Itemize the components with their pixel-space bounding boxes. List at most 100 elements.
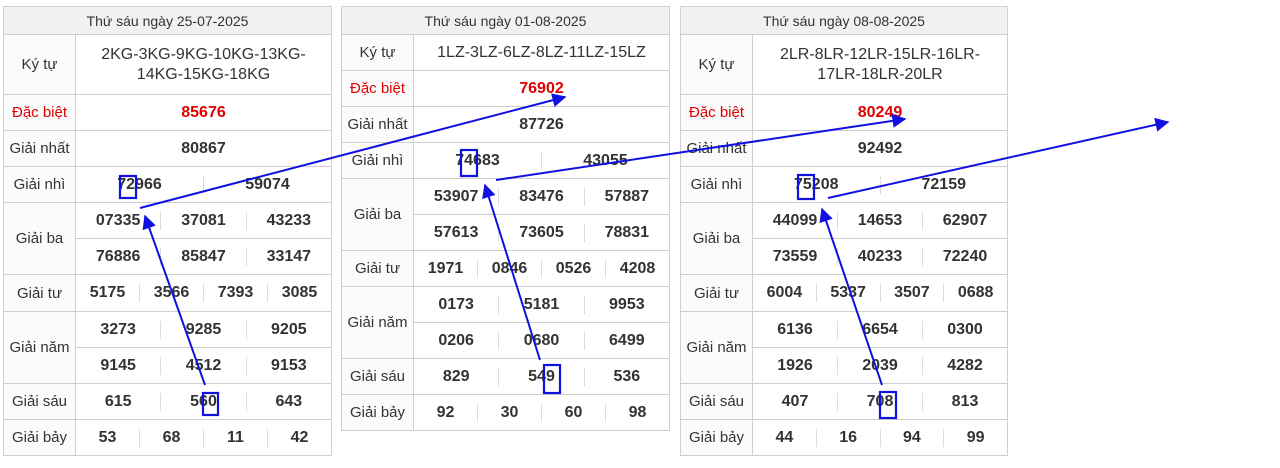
fourth-prize-value: 0688	[943, 284, 1007, 302]
label-seventh-prize: Giải bảy	[680, 419, 753, 456]
seventh-prize-value: 11	[203, 428, 267, 447]
fourth-prize-row: 1971 0846 0526 4208	[413, 250, 670, 287]
fifth-prize-row: 9145 4512 9153	[75, 347, 332, 384]
sixth-prize-value: 615	[104, 392, 132, 410]
second-prize-value: 59074	[203, 175, 331, 194]
third-prize-value: 83476	[498, 187, 583, 206]
fifth-prize-value: 9285	[160, 320, 245, 339]
seventh-prize-value: 30	[477, 403, 541, 422]
fifth-prize-row: 0206 0680 6499	[413, 322, 670, 359]
label-fourth-prize: Giải tư	[341, 250, 414, 287]
fourth-prize-value: 0846	[477, 259, 541, 278]
first-prize-value: 87726	[413, 106, 670, 143]
label-seventh-prize: Giải bảy	[3, 419, 76, 456]
fourth-prize-value: 1971	[427, 259, 464, 277]
third-prize-value: 78831	[583, 223, 669, 242]
second-prize-value: 43055	[541, 151, 669, 170]
label-special-prize: Đặc biệt	[341, 70, 414, 107]
label-kytu: Ký tự	[680, 34, 753, 95]
second-prize-cell: 74683 43055	[413, 142, 670, 179]
fifth-prize-value: 9953	[583, 295, 669, 314]
fifth-prize-value: 1926	[777, 356, 813, 374]
label-first-prize: Giải nhất	[3, 130, 76, 167]
fifth-prize-value: 9153	[245, 356, 331, 375]
fourth-prize-value: 0526	[541, 259, 605, 278]
second-prize-cell: 75208 72159	[752, 166, 1008, 203]
third-prize-value: 07335	[95, 211, 141, 229]
fifth-prize-value: 0680	[498, 331, 583, 350]
ticket-codes: 2KG-3KG-9KG-10KG-13KG-14KG-15KG-18KG	[75, 34, 332, 95]
draw-date-title: Thứ sáu ngày 01-08-2025	[341, 6, 670, 35]
seventh-prize-value: 16	[815, 428, 880, 447]
seventh-prize-value: 42	[267, 428, 331, 447]
ticket-codes: 2LR-8LR-12LR-15LR-16LR-17LR-18LR-20LR	[752, 34, 1008, 95]
sixth-prize-value: 549	[498, 367, 583, 386]
third-prize-value: 62907	[922, 211, 1007, 230]
third-prize-value: 73605	[498, 223, 583, 242]
fifth-prize-row: 3273 9285 9205	[75, 311, 332, 348]
label-fifth-prize: Giải năm	[3, 311, 76, 384]
fifth-prize-row: 1926 2039 4282	[752, 347, 1008, 384]
fifth-prize-value: 0206	[438, 331, 474, 349]
second-prize-value: 72159	[879, 175, 1008, 194]
label-fifth-prize: Giải năm	[680, 311, 753, 384]
draw-date-title: Thứ sáu ngày 08-08-2025	[680, 6, 1008, 35]
draw-date-title: Thứ sáu ngày 25-07-2025	[3, 6, 332, 35]
third-prize-row: 44099 14653 62907	[752, 202, 1008, 239]
sixth-prize-value: 560	[160, 392, 245, 411]
fourth-prize-value: 7393	[203, 284, 267, 302]
label-second-prize: Giải nhì	[3, 166, 76, 203]
label-third-prize: Giải ba	[680, 202, 753, 275]
third-prize-row: 73559 40233 72240	[752, 238, 1008, 275]
label-fourth-prize: Giải tư	[680, 274, 753, 312]
third-prize-value: 76886	[95, 247, 141, 265]
label-sixth-prize: Giải sáu	[3, 383, 76, 420]
fifth-prize-value: 9205	[245, 320, 331, 339]
special-prize-value: 85676	[75, 94, 332, 131]
label-first-prize: Giải nhất	[341, 106, 414, 143]
fourth-prize-value: 3566	[139, 284, 203, 302]
seventh-prize-row: 44 16 94 99	[752, 419, 1008, 456]
seventh-prize-value: 53	[98, 428, 117, 446]
label-fourth-prize: Giải tư	[3, 274, 76, 312]
fifth-prize-value: 3273	[100, 320, 136, 338]
fifth-prize-value: 4512	[160, 356, 245, 375]
label-special-prize: Đặc biệt	[3, 94, 76, 131]
seventh-prize-value: 60	[541, 403, 605, 422]
label-kytu: Ký tự	[3, 34, 76, 95]
label-first-prize: Giải nhất	[680, 130, 753, 167]
third-prize-value: 85847	[160, 247, 245, 266]
sixth-prize-value: 813	[922, 392, 1007, 411]
second-prize-value: 74683	[455, 151, 500, 169]
lottery-table-1: Thứ sáu ngày 25-07-2025 Ký tự 2KG-3KG-9K…	[3, 6, 332, 456]
sixth-prize-value: 407	[781, 392, 809, 410]
fifth-prize-row: 6136 6654 0300	[752, 311, 1008, 348]
third-prize-value: 37081	[160, 211, 245, 230]
fourth-prize-value: 3507	[879, 284, 944, 302]
third-prize-value: 53907	[433, 187, 479, 205]
fifth-prize-value: 9145	[100, 356, 136, 374]
third-prize-row: 07335 37081 43233	[75, 202, 332, 239]
first-prize-value: 92492	[752, 130, 1008, 167]
label-second-prize: Giải nhì	[341, 142, 414, 179]
label-third-prize: Giải ba	[341, 178, 414, 251]
sixth-prize-value: 536	[583, 367, 669, 386]
seventh-prize-value: 98	[605, 403, 669, 422]
seventh-prize-value: 44	[775, 428, 794, 446]
sixth-prize-value: 643	[245, 392, 331, 411]
fifth-prize-row: 0173 5181 9953	[413, 286, 670, 323]
label-special-prize: Đặc biệt	[680, 94, 753, 131]
label-third-prize: Giải ba	[3, 202, 76, 275]
fourth-prize-value: 4208	[605, 259, 669, 278]
lottery-table-3: Thứ sáu ngày 08-08-2025 Ký tự 2LR-8LR-12…	[680, 6, 1008, 456]
label-kytu: Ký tự	[341, 34, 414, 71]
seventh-prize-value: 68	[139, 428, 203, 447]
fifth-prize-value: 6499	[583, 331, 669, 350]
label-second-prize: Giải nhì	[680, 166, 753, 203]
third-prize-row: 76886 85847 33147	[75, 238, 332, 275]
fourth-prize-row: 5175 3566 7393 3085	[75, 274, 332, 312]
third-prize-value: 33147	[245, 247, 331, 266]
fifth-prize-value: 5181	[498, 295, 583, 314]
seventh-prize-row: 53 68 11 42	[75, 419, 332, 456]
second-prize-value: 72966	[117, 175, 162, 193]
